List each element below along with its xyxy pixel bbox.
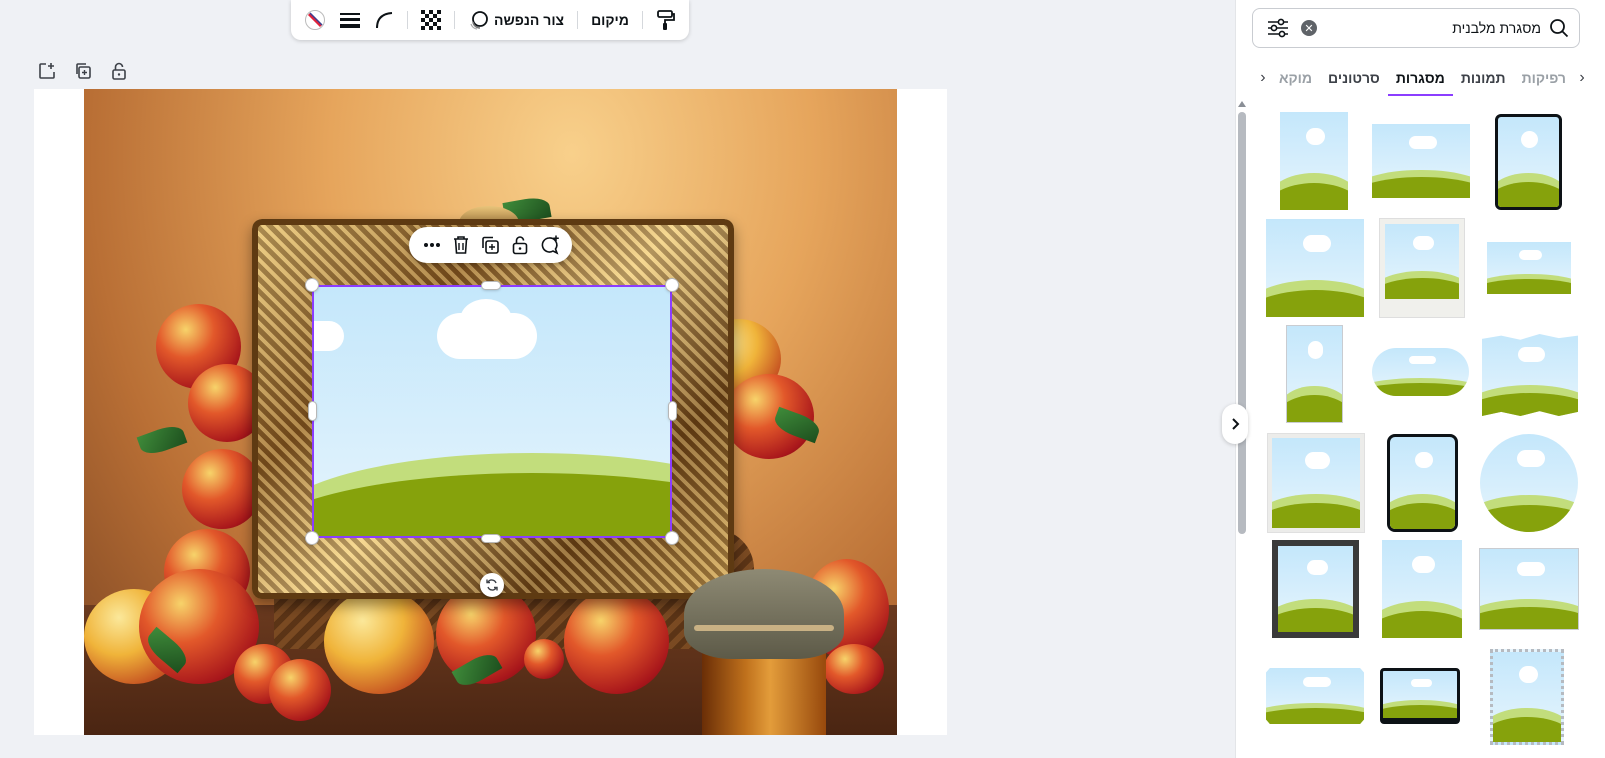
tabs-scroll-left-button[interactable]: ‹ [1255,60,1271,96]
tab-frames[interactable]: מסגרות [1387,60,1453,96]
border-color-icon [305,10,325,30]
rotate-icon [486,579,498,591]
apple [524,639,564,679]
filter-button[interactable] [1263,13,1293,43]
border-weight-button[interactable] [335,5,365,35]
more-icon [423,243,440,247]
apple [564,589,669,694]
resize-handle-bottom[interactable] [482,535,500,542]
toolbar-divider [407,11,408,29]
frame-result[interactable] [1480,549,1578,629]
tab-videos[interactable]: סרטונים [1320,60,1388,96]
toolbar-divider [641,11,643,29]
filter-icon [1268,18,1288,38]
frame-result[interactable] [1280,112,1348,210]
chevron-left-icon: ‹ [1579,69,1585,86]
resize-handle-top[interactable] [482,282,500,289]
apple [269,659,331,721]
frame-result[interactable] [1380,668,1460,724]
tab-mockups[interactable]: מוקא [1271,60,1320,96]
corner-rounding-icon [376,12,393,29]
frame-result[interactable] [1266,219,1364,317]
lock-page-icon [112,62,126,80]
frame-result[interactable] [1266,668,1364,724]
selection-box [312,285,672,538]
transparency-button[interactable] [416,5,446,35]
clear-search-button[interactable]: ✕ [1301,20,1317,36]
resize-handle-bottom-right[interactable] [666,532,678,544]
apple [324,589,434,694]
element-toolbar: צור הנפשה מיקום [291,0,689,40]
frame-result[interactable] [1372,124,1470,198]
honey-jar [684,569,844,735]
border-color-button[interactable] [299,5,331,35]
animate-label: צור הנפשה [494,12,565,28]
close-icon: ✕ [1304,22,1314,35]
delete-button[interactable] [448,232,474,258]
animate-icon [470,11,488,30]
resize-handle-right[interactable] [669,402,676,420]
border-weight-icon [340,13,360,28]
paint-format-button[interactable] [651,5,681,35]
frame-result[interactable] [1268,434,1364,532]
rotate-handle[interactable] [480,573,504,597]
jar-string [694,625,834,631]
animate-button[interactable]: צור הנפשה [463,5,569,35]
frame-result[interactable] [1287,326,1342,422]
search-box: ✕ [1252,8,1580,48]
position-button[interactable]: מיקום [586,5,634,35]
comment-button[interactable] [536,232,562,258]
resize-handle-top-left[interactable] [306,279,318,291]
content-tabs: ‹ רפיקות תמונות מסגרות סרטונים מוקא ‹ [1252,60,1590,96]
search-input[interactable] [1325,20,1541,36]
add-page-icon [39,63,55,79]
jar-cloth-cover [684,569,844,659]
apple [182,449,262,529]
frame-result[interactable] [1382,540,1462,638]
resize-handle-left[interactable] [309,402,316,420]
frame-result[interactable] [1372,348,1469,396]
frame-result[interactable] [1387,434,1458,532]
frame-result[interactable] [1482,334,1578,416]
resize-handle-top-right[interactable] [666,279,678,291]
transparency-icon [421,10,441,30]
duplicate-icon [482,236,500,254]
delete-icon [454,236,469,254]
frame-result[interactable] [1495,114,1562,210]
corner-rounding-button[interactable] [369,5,399,35]
page-actions [36,60,130,82]
more-button[interactable] [419,232,445,258]
frame-result[interactable] [1480,434,1578,532]
paint-format-icon [657,10,675,30]
panel-scrollbar[interactable] [1238,112,1246,534]
tabs-scroll-right-button[interactable]: ‹ [1574,60,1590,96]
toolbar-divider [577,11,579,29]
scroll-up-arrow-icon [1238,101,1246,107]
tab-graphics[interactable]: רפיקות [1514,60,1574,96]
chevron-left-icon: ‹ [1260,69,1266,86]
position-label: מיקום [591,12,629,28]
tab-photos[interactable]: תמונות [1453,60,1514,96]
search-icon [1550,19,1569,38]
resize-handle-bottom-left[interactable] [306,532,318,544]
collapse-panel-button[interactable] [1222,404,1248,444]
lock-icon [512,236,528,255]
add-page-button[interactable] [36,60,58,82]
lock-button[interactable] [507,232,533,258]
frame-result[interactable] [1272,540,1359,638]
leaf [136,421,188,459]
frame-result[interactable] [1490,649,1564,745]
frame-result[interactable] [1487,242,1571,294]
lock-page-button[interactable] [108,60,130,82]
duplicate-page-icon [76,63,91,79]
scroll-up-button[interactable] [1237,100,1247,108]
duplicate-button[interactable] [477,232,503,258]
context-toolbar [409,227,572,263]
frame-result[interactable] [1380,219,1464,317]
comment-icon [541,235,560,255]
duplicate-page-button[interactable] [72,60,94,82]
toolbar-divider [454,11,455,29]
chevron-right-icon [1232,418,1240,430]
